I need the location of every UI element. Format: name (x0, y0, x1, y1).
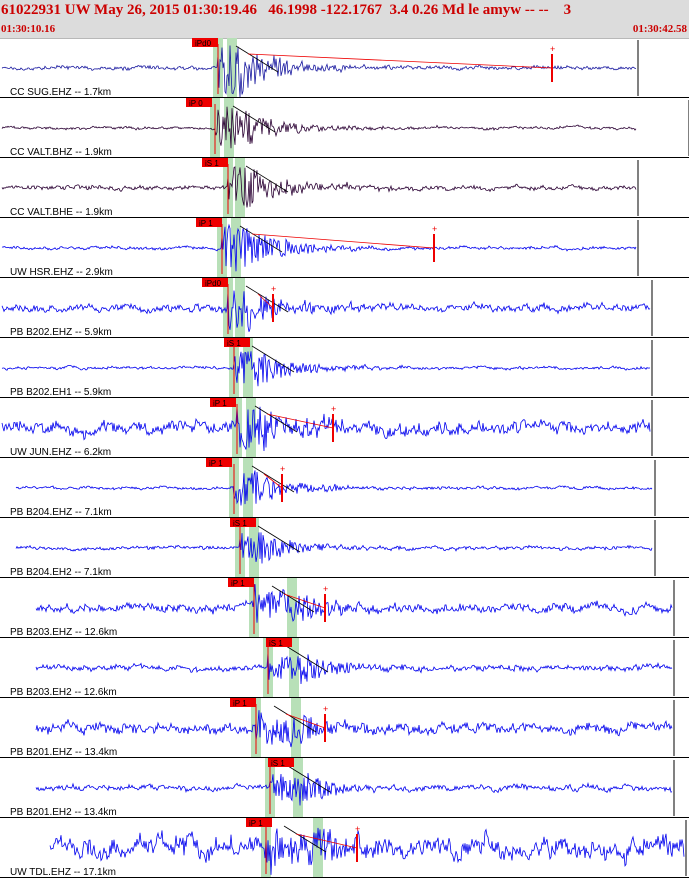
station-label: UW HSR.EHZ -- 2.9km (10, 267, 113, 278)
seismogram-trace-row: + iPd0 CC SUG.EHZ -- 1.7km (0, 38, 689, 98)
waveform (49, 827, 685, 875)
amplitude-plus: + (432, 224, 437, 234)
station-label: PB B204.EHZ -- 7.1km (10, 507, 112, 518)
station-label: PB B202.EHZ -- 5.9km (10, 327, 112, 338)
pick-tag-label: iP 1 (209, 459, 223, 468)
station-label: CC SUG.EHZ -- 1.7km (10, 87, 111, 98)
pick-tag-label: iP 1 (231, 579, 245, 588)
waveform (35, 652, 673, 685)
coda-line (239, 225, 283, 253)
s-window (291, 698, 301, 758)
waveform (1, 106, 637, 149)
pick-tag-label: iS 1 (227, 339, 241, 348)
seismogram-trace-row: iS 1 PB B202.EH1 -- 5.9km (0, 338, 689, 398)
waveform (35, 772, 673, 806)
event-title: 61022931 UW May 26, 2015 01:30:19.46 46.… (1, 2, 572, 18)
seismogram-trace-row: iS 1 PB B203.EH2 -- 12.6km (0, 638, 689, 698)
seismogram-trace-row: iS 1 PB B204.EH2 -- 7.1km (0, 518, 689, 578)
pick-tag-label: iS 1 (233, 519, 247, 528)
seismogram-trace-row: iS 1 PB B201.EH2 -- 13.4km (0, 758, 689, 818)
station-label: PB B203.EH2 -- 12.6km (10, 687, 117, 698)
seismogram-trace-row: iS 1 CC VALT.BHE -- 1.9km (0, 158, 689, 218)
station-label: UW JUN.EHZ -- 6.2km (10, 447, 111, 458)
seismogram-trace-row: + iP 1 UW TDL.EHZ -- 17.1km (0, 818, 689, 878)
end-time: 01:30:42.58 (632, 23, 687, 35)
station-label: PB B203.EHZ -- 12.6km (10, 627, 117, 638)
station-label: CC VALT.BHZ -- 1.9km (10, 147, 112, 158)
pick-tag-label: iS 1 (205, 159, 219, 168)
pick-tag-label: iP 0 (189, 99, 203, 108)
seismogram-panel: + iPd0 CC SUG.EHZ -- 1.7km iP 0 CC VALT.BHZ … (0, 38, 689, 878)
s-window (235, 158, 245, 218)
pick-tag-label: iP 1 (233, 699, 247, 708)
coda-line (245, 165, 289, 193)
waveform (1, 351, 651, 387)
amplitude-plus: + (331, 404, 336, 414)
station-label: PB B201.EHZ -- 13.4km (10, 747, 117, 758)
amplitude-plus: + (323, 704, 328, 714)
station-label: PB B204.EH2 -- 7.1km (10, 567, 111, 578)
seismogram-trace-row: + iP 1 PB B201.EHZ -- 13.4km (0, 698, 689, 758)
pick-tag-label: iS 1 (269, 639, 283, 648)
station-label: PB B201.EH2 -- 13.4km (10, 807, 117, 818)
amplitude-plus: + (550, 44, 555, 54)
event-header: 61022931 UW May 26, 2015 01:30:19.46 46.… (0, 0, 689, 39)
coda-line (235, 45, 279, 73)
seismogram-trace-row: + iP 1 UW JUN.EHZ -- 6.2km (0, 398, 689, 458)
waveform (35, 584, 673, 623)
amplitude-plus: + (280, 464, 285, 474)
waveform (15, 470, 653, 506)
waveform (1, 166, 637, 208)
waveform (1, 290, 651, 332)
pick-tag-label: iP 1 (199, 219, 213, 228)
amplitude-line (247, 53, 553, 69)
amplitude-plus: + (323, 584, 328, 594)
station-label: UW TDL.EHZ -- 17.1km (10, 867, 116, 878)
pick-tag-label: iP 1 (213, 399, 227, 408)
seismogram-trace-row: + iP 1 PB B204.EHZ -- 7.1km (0, 458, 689, 518)
seismogram-trace-row: + iP 1 PB B203.EHZ -- 12.6km (0, 578, 689, 638)
seismogram-trace-row: iP 0 CC VALT.BHZ -- 1.9km (0, 98, 689, 158)
pick-tag-label: iP 1 (249, 819, 263, 828)
waveform (15, 532, 653, 564)
pick-tag-label: iPd0 (195, 39, 212, 48)
amplitude-plus: + (355, 824, 360, 834)
waveform (1, 223, 637, 272)
seismogram-trace-row: + iP 1 UW HSR.EHZ -- 2.9km (0, 218, 689, 278)
pick-tag-label: iPd0 (205, 279, 222, 288)
waveform (1, 406, 651, 452)
start-time: 01:30:10.16 (1, 23, 56, 35)
seismogram-trace-row: + iPd0 PB B202.EHZ -- 5.9km (0, 278, 689, 338)
amplitude-plus: + (271, 284, 276, 294)
s-window (235, 278, 245, 338)
waveform (35, 710, 673, 748)
station-label: CC VALT.BHE -- 1.9km (10, 207, 112, 218)
pick-tag-label: iS 1 (271, 759, 285, 768)
station-label: PB B202.EH1 -- 5.9km (10, 387, 111, 398)
